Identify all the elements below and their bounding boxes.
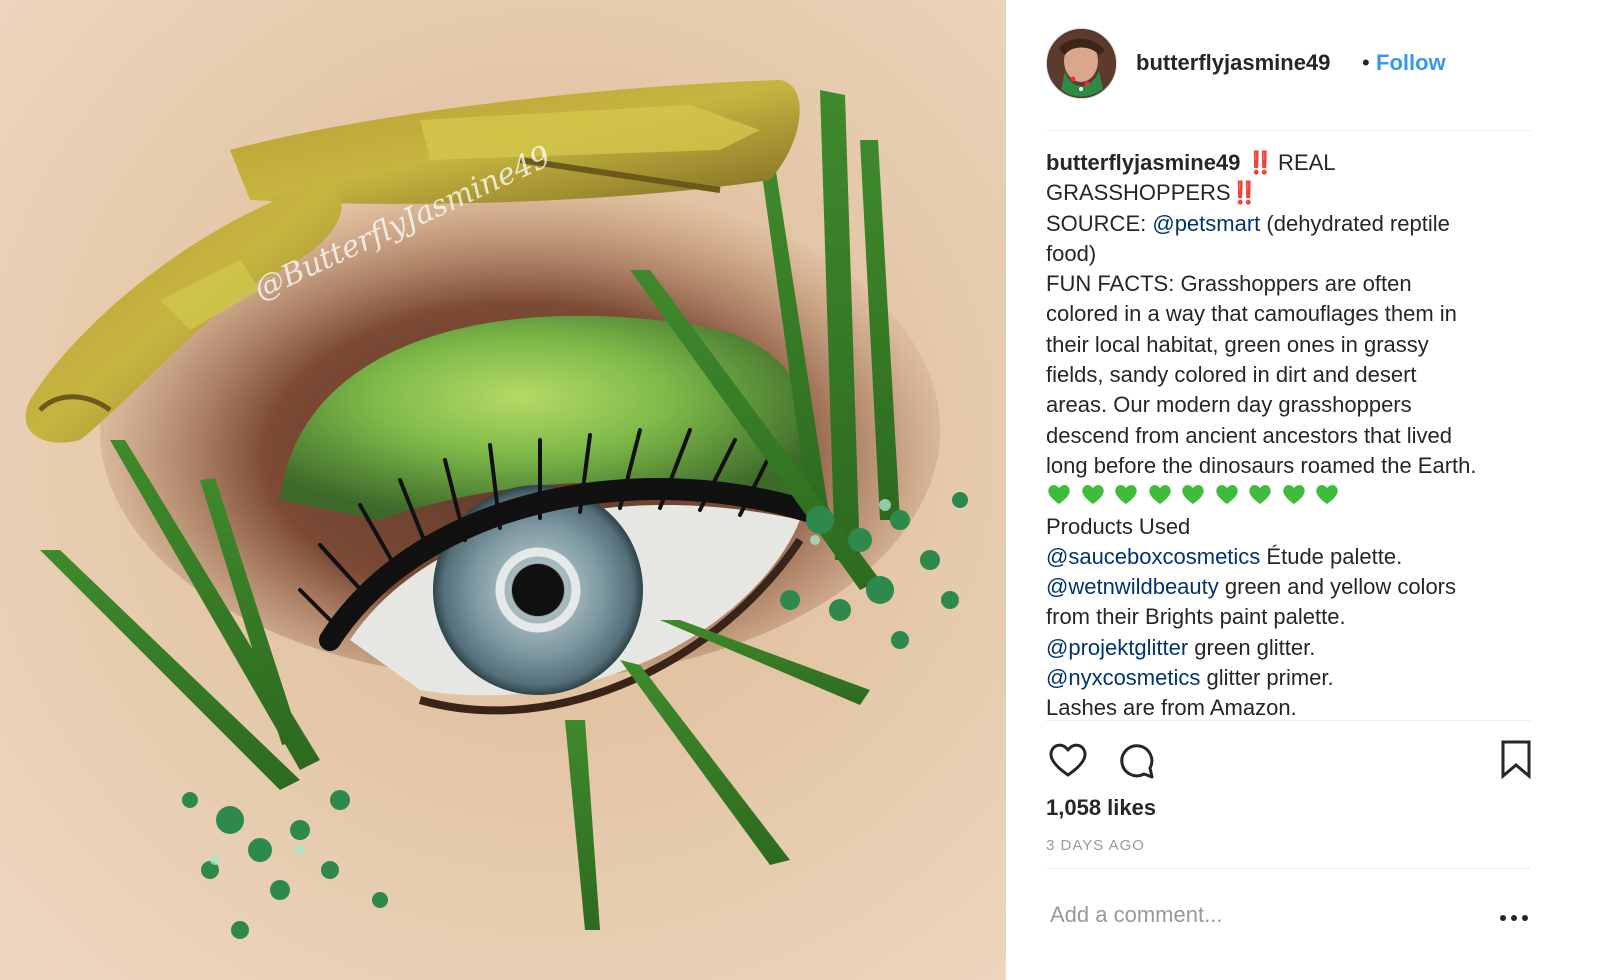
double-exclamation-icon: ‼️ bbox=[1230, 180, 1258, 206]
product-text: green glitter. bbox=[1188, 634, 1316, 660]
caption-line: butterflyjasmine49 ‼️ REAL bbox=[1046, 148, 1536, 178]
mention-link[interactable]: @projektglitter bbox=[1046, 635, 1188, 660]
caption-text: REAL bbox=[1271, 150, 1336, 175]
green-heart-icon bbox=[1147, 481, 1173, 507]
green-heart-icon bbox=[1281, 481, 1307, 507]
post-header: butterflyjasmine49 • Follow bbox=[1046, 28, 1531, 131]
product-line: @projektglitter green glitter. bbox=[1046, 633, 1536, 663]
products-heading: Products Used bbox=[1046, 513, 1191, 539]
avatar-illustration bbox=[1047, 29, 1116, 98]
product-line: @nyxcosmetics glitter primer. bbox=[1046, 663, 1536, 693]
header-username[interactable]: butterflyjasmine49 bbox=[1136, 50, 1330, 76]
save-button[interactable] bbox=[1494, 738, 1538, 782]
heart-outline-icon bbox=[1049, 743, 1087, 777]
caption-line: long before the dinosaurs roamed the Ear… bbox=[1046, 452, 1477, 478]
green-heart-icon bbox=[1080, 481, 1106, 507]
mention-link[interactable]: @wetnwildbeauty bbox=[1046, 574, 1219, 599]
product-text: glitter primer. bbox=[1200, 665, 1334, 691]
more-options-button[interactable] bbox=[1498, 900, 1530, 930]
product-text: from their Brights paint palette. bbox=[1046, 604, 1346, 630]
green-heart-icon bbox=[1314, 481, 1340, 507]
product-line: @sauceboxcosmetics Étude palette. bbox=[1046, 542, 1536, 572]
ellipsis-icon bbox=[1500, 915, 1528, 921]
caption-text: SOURCE: bbox=[1046, 210, 1153, 236]
caption-text: GRASSHOPPERS bbox=[1046, 180, 1231, 206]
mention-link[interactable]: @sauceboxcosmetics bbox=[1046, 544, 1260, 569]
comment-bubble-icon bbox=[1120, 744, 1154, 779]
caption-line: fields, sandy colored in dirt and desert bbox=[1046, 362, 1417, 388]
divider bbox=[1046, 720, 1531, 721]
green-heart-icon bbox=[1214, 481, 1240, 507]
double-exclamation-icon: ‼️ bbox=[1246, 150, 1274, 175]
comment-input[interactable] bbox=[1046, 890, 1470, 940]
green-heart-icon bbox=[1180, 481, 1206, 507]
eye-makeup-illustration: @ButterflyJasmine49 bbox=[0, 0, 1006, 980]
green-heart-icon bbox=[1046, 481, 1072, 507]
caption-line: their local habitat, green ones in grass… bbox=[1046, 331, 1429, 357]
post-image[interactable]: @ButterflyJasmine49 bbox=[0, 0, 1006, 980]
follow-button[interactable]: Follow bbox=[1376, 50, 1446, 76]
product-line: from their Brights paint palette. bbox=[1046, 602, 1536, 632]
green-heart-icon bbox=[1247, 481, 1273, 507]
caption-line: colored in a way that camouflages them i… bbox=[1046, 301, 1457, 327]
green-hearts-row bbox=[1046, 481, 1536, 511]
product-text: green and yellow colors bbox=[1218, 574, 1457, 600]
like-button[interactable] bbox=[1046, 738, 1090, 782]
caption-line: FUN FACTS: Grasshoppers are often bbox=[1046, 271, 1412, 297]
caption-line: GRASSHOPPERS‼️ bbox=[1046, 178, 1536, 208]
post-date[interactable]: 3 DAYS AGO bbox=[1046, 837, 1145, 854]
caption-line: food) bbox=[1046, 240, 1097, 266]
likes-count[interactable]: 1,058 likes bbox=[1046, 795, 1156, 821]
divider bbox=[1046, 868, 1531, 869]
caption-line: SOURCE: @petsmart (dehydrated reptile bbox=[1046, 209, 1536, 239]
profile-avatar[interactable] bbox=[1046, 28, 1117, 99]
mention-link[interactable]: @petsmart bbox=[1152, 211, 1260, 236]
bookmark-outline-icon bbox=[1501, 740, 1531, 780]
green-heart-icon bbox=[1113, 481, 1139, 507]
caption-text: (dehydrated reptile bbox=[1260, 210, 1450, 236]
caption-line: areas. Our modern day grasshoppers bbox=[1046, 392, 1412, 418]
caption-line: descend from ancient ancestors that live… bbox=[1046, 422, 1453, 448]
header-separator: • bbox=[1362, 50, 1370, 75]
mention-link[interactable]: @nyxcosmetics bbox=[1046, 665, 1200, 690]
product-line: @wetnwildbeauty green and yellow colors bbox=[1046, 572, 1536, 602]
comment-button[interactable] bbox=[1114, 738, 1158, 782]
product-text: Étude palette. bbox=[1260, 543, 1403, 569]
product-text: Lashes are from Amazon. bbox=[1046, 695, 1297, 721]
post-sidebar: butterflyjasmine49 • Follow butterflyjas… bbox=[1006, 0, 1600, 980]
caption-username[interactable]: butterflyjasmine49 bbox=[1046, 150, 1240, 175]
action-bar bbox=[1046, 738, 1531, 782]
post-caption: butterflyjasmine49 ‼️ REAL GRASSHOPPERS‼… bbox=[1046, 148, 1536, 724]
